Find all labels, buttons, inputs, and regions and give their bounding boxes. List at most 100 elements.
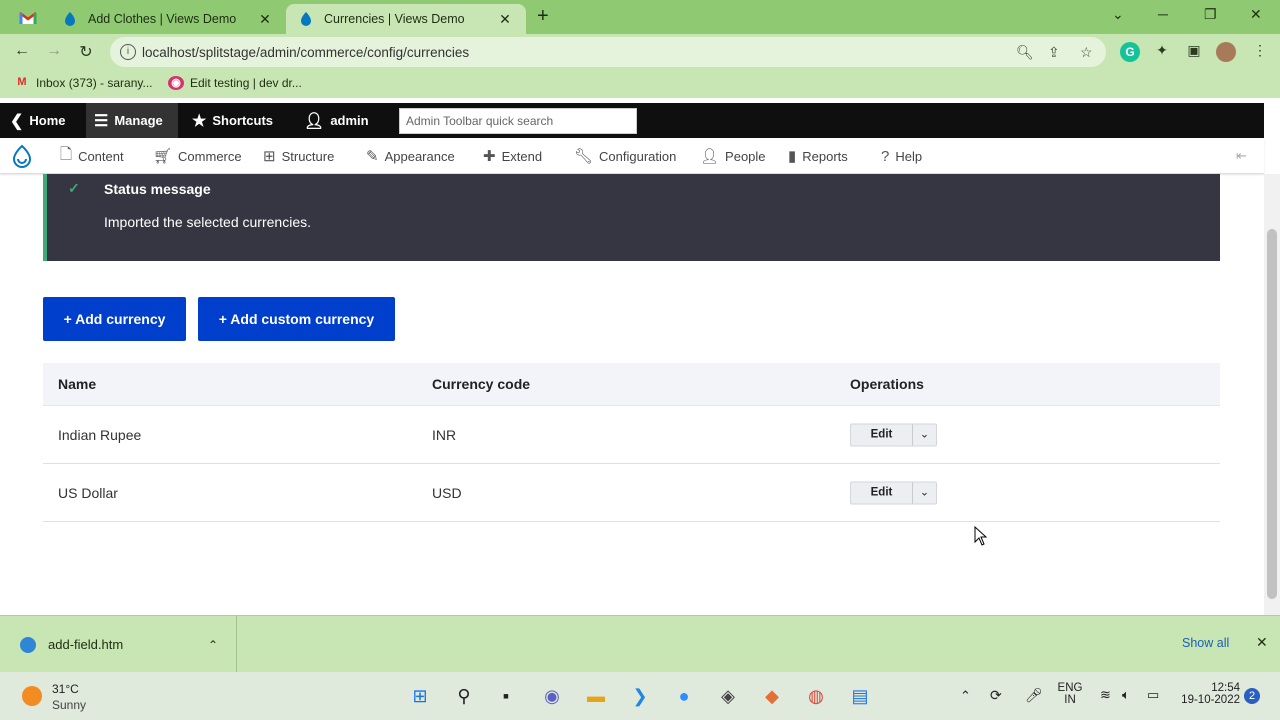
notepad-icon[interactable]: ▤	[848, 684, 872, 708]
browser-tabstrip: Add Clothes | Views Demo ✕ Currencies | …	[0, 0, 1280, 34]
menu-label: Configuration	[599, 148, 677, 164]
menu-label: Content	[78, 148, 124, 164]
chevron-up-icon[interactable]: ⌃	[208, 638, 218, 652]
clock[interactable]: 12:54 19-10-2022	[1172, 682, 1240, 706]
menu-commerce[interactable]: 🛒︎ Commerce	[153, 138, 242, 174]
share-icon[interactable]: ⇪	[1048, 44, 1060, 61]
admin-toolbar-search-input[interactable]: Admin Toolbar quick search	[399, 108, 637, 134]
downloads-bar: add-field.htm ⌃ Show all ✕	[0, 615, 1280, 673]
tray-orientation-toggle-icon[interactable]: ⇤	[1236, 148, 1247, 164]
tab-currencies[interactable]: Currencies | Views Demo ✕	[286, 4, 526, 34]
currencies-table: Name Currency code Operations Indian Rup…	[43, 363, 1220, 522]
chevron-down-icon[interactable]: ⌄	[912, 482, 936, 503]
vscode-icon[interactable]: ❯	[628, 684, 652, 708]
virtualbox-icon[interactable]: ◈	[716, 684, 740, 708]
menu-content[interactable]: 🗋︎ Content	[60, 138, 124, 174]
sync-icon[interactable]: ⟳	[990, 687, 1002, 704]
tab-search-icon[interactable]: ⌄	[1112, 6, 1124, 23]
menu-kebab-icon[interactable]: ⋮	[1250, 42, 1270, 62]
windows-start-icon[interactable]: ⊞	[408, 684, 432, 708]
toolbar-home[interactable]: ❮ Home	[10, 103, 76, 138]
weather-temperature[interactable]: 31°C	[52, 682, 79, 696]
clock-date: 19-10-2022	[1181, 694, 1240, 706]
reload-icon[interactable]: ↻	[76, 42, 96, 62]
chevron-up-icon[interactable]: ⌃	[960, 688, 971, 704]
help-icon: ?	[881, 147, 890, 165]
status-title: Status message	[104, 181, 211, 197]
forward-icon[interactable]: →	[44, 42, 64, 60]
microphone-icon[interactable]: 🎤︎	[1025, 687, 1043, 704]
scrollbar-thumb[interactable]	[1267, 229, 1277, 599]
toolbar-shortcuts[interactable]: ★ Shortcuts	[192, 103, 273, 138]
page-scrollbar[interactable]	[1264, 174, 1280, 615]
close-icon[interactable]: ✕	[1256, 634, 1268, 651]
structure-icon: ⊞	[263, 148, 276, 165]
task-view-icon[interactable]: ▪	[494, 684, 518, 708]
clock-time: 12:54	[1211, 682, 1240, 694]
toolbar-shortcuts-label: Shortcuts	[212, 113, 274, 128]
user-icon: 👤︎	[304, 112, 325, 130]
bookmark-inbox[interactable]: M Inbox (373) - sarany...	[14, 76, 152, 90]
operations-dropbutton: Edit ⌄	[850, 481, 937, 504]
extensions-puzzle-icon[interactable]: ✦	[1152, 42, 1172, 62]
toolbar-user[interactable]: 👤︎ admin	[304, 103, 369, 138]
download-item[interactable]: add-field.htm ⌃	[0, 616, 237, 673]
language-indicator[interactable]: ENG IN	[1055, 682, 1085, 706]
window-close-icon[interactable]: ✕	[1250, 6, 1262, 23]
restore-icon[interactable]: ❐	[1204, 6, 1217, 23]
bookmark-edit-testing[interactable]: ◉ Edit testing | dev dr...	[168, 76, 302, 90]
info-icon[interactable]: i	[120, 44, 136, 60]
menu-configuration[interactable]: 🔧︎ Configuration	[574, 138, 676, 174]
add-custom-currency-button[interactable]: + Add custom currency	[198, 297, 395, 341]
new-tab-icon[interactable]: +	[537, 5, 549, 28]
menu-appearance[interactable]: ✎ Appearance	[366, 138, 455, 174]
volume-icon[interactable]: 🔈︎	[1122, 687, 1130, 703]
zoom-search-icon[interactable]: 🔍︎	[1016, 44, 1034, 61]
grammarly-icon[interactable]: G	[1120, 42, 1140, 62]
minimize-icon[interactable]: ─	[1158, 6, 1168, 22]
notification-badge[interactable]: 2	[1244, 688, 1260, 704]
side-panel-icon[interactable]: ▣	[1184, 42, 1204, 62]
drupal-drop-icon	[65, 12, 75, 26]
close-tab-icon[interactable]: ✕	[256, 11, 274, 28]
table-row: US Dollar USD Edit ⌄	[43, 464, 1220, 522]
app-icon[interactable]: ◆	[760, 684, 784, 708]
menu-help[interactable]: ? Help	[881, 138, 922, 174]
checkmark-icon: ✓	[68, 180, 80, 196]
mouse-cursor-icon	[974, 526, 988, 546]
sun-icon[interactable]	[22, 686, 42, 706]
show-all-link[interactable]: Show all	[1182, 636, 1229, 650]
weather-description[interactable]: Sunny	[52, 698, 86, 712]
tab-add-clothes[interactable]: Add Clothes | Views Demo ✕	[50, 4, 286, 34]
battery-icon[interactable]: ▭	[1147, 687, 1159, 703]
currency-code: USD	[432, 484, 462, 501]
toolbar-manage[interactable]: ☰ Manage	[86, 103, 178, 138]
chrome-icon[interactable]: ◍	[804, 684, 828, 708]
admin-menu-tray: 🗋︎ Content 🛒︎ Commerce ⊞ Structure ✎ Appeara…	[0, 138, 1264, 174]
search-icon[interactable]: ⚲	[452, 684, 476, 708]
chevron-down-icon[interactable]: ⌄	[912, 424, 936, 445]
edit-button[interactable]: Edit	[851, 482, 912, 503]
wifi-icon[interactable]: ≋	[1100, 687, 1111, 703]
menu-label: Commerce	[178, 148, 242, 164]
menu-label: Help	[895, 148, 923, 164]
drupal-logo-icon[interactable]	[10, 144, 34, 168]
add-currency-button[interactable]: + Add currency	[43, 297, 186, 341]
teams-chat-icon[interactable]: ◉	[540, 684, 564, 708]
edit-button[interactable]: Edit	[851, 424, 912, 445]
menu-reports[interactable]: ▮ Reports	[788, 138, 848, 174]
bookmark-star-icon[interactable]: ☆	[1080, 44, 1093, 61]
profile-avatar[interactable]	[1216, 42, 1236, 62]
back-icon[interactable]: ←	[12, 42, 32, 60]
tab-title: Currencies | Views Demo	[324, 12, 465, 26]
file-explorer-icon[interactable]: ▬	[584, 684, 608, 708]
address-bar[interactable]: i localhost/splitstage/admin/commerce/co…	[110, 37, 1106, 67]
menu-people[interactable]: 👤︎ People	[700, 138, 766, 174]
drupal-drop-icon	[301, 12, 311, 26]
menu-structure[interactable]: ⊞ Structure	[263, 138, 334, 174]
close-tab-icon[interactable]: ✕	[496, 11, 514, 28]
gmail-tab[interactable]	[8, 6, 48, 30]
menu-extend[interactable]: ✚ Extend	[483, 138, 542, 174]
zoom-icon[interactable]: ●	[672, 684, 696, 708]
url-text[interactable]: localhost/splitstage/admin/commerce/conf…	[142, 45, 469, 60]
